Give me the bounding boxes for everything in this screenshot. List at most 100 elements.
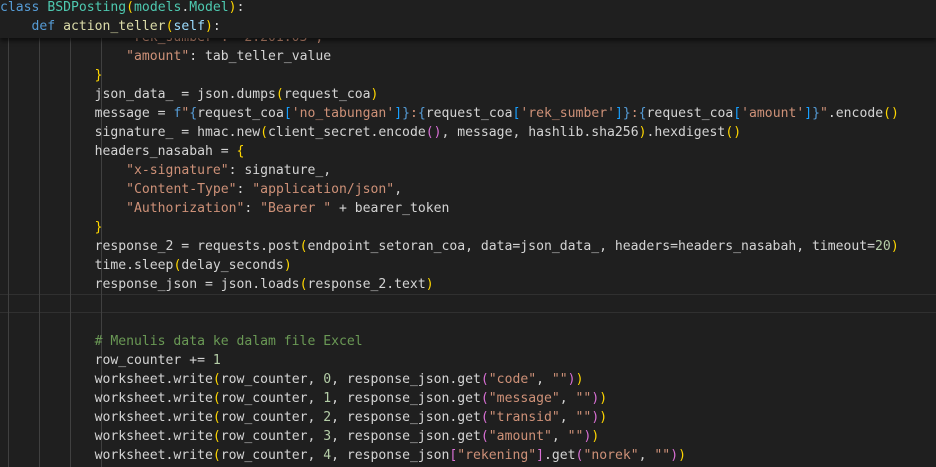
code-token: , response_json.get: [331, 410, 481, 425]
code-token: request_coa: [197, 106, 284, 121]
code-token: worksheet.write: [0, 429, 213, 444]
code-line[interactable]: "Authorization": "Bearer " + bearer_toke…: [0, 199, 936, 218]
code-line[interactable]: headers_nasabah = {: [0, 142, 936, 161]
code-token: + bearer_token: [331, 201, 450, 216]
code-token: (): [725, 125, 742, 140]
code-token: }: [94, 220, 103, 235]
code-token: {: [236, 144, 245, 159]
code-token: {: [638, 106, 647, 121]
code-token: self: [173, 19, 205, 34]
sticky-scroll-header[interactable]: class BSDPosting(models.Model): def acti…: [0, 0, 936, 38]
code-token: ]: [804, 106, 813, 121]
code-token: ): [425, 277, 434, 292]
code-line[interactable]: worksheet.write(row_counter, 2, response…: [0, 408, 936, 427]
code-token: :: [409, 106, 418, 121]
code-token: ,: [559, 410, 576, 425]
code-line[interactable]: [0, 294, 936, 313]
code-token: worksheet.write: [0, 372, 213, 387]
code-token: ): [599, 391, 608, 406]
code-token: "Content-Type": [126, 182, 237, 197]
code-token: , response_json.get: [331, 391, 481, 406]
code-token: , response_json.get: [331, 429, 481, 444]
code-token: ): [283, 258, 292, 273]
code-editor[interactable]: "rek_sumber": "2.201.03", "amount": tab_…: [0, 0, 936, 467]
code-line[interactable]: worksheet.write(row_counter, 0, response…: [0, 370, 936, 389]
code-token: "": [551, 372, 568, 387]
code-token: endpoint_setoran_coa, data=json_data_, h…: [307, 239, 876, 254]
code-token: [: [283, 106, 292, 121]
code-line[interactable]: message = f"{request_coa['no_tabungan']}…: [0, 104, 936, 123]
code-token: ]: [394, 106, 403, 121]
code-token: "rekening": [457, 448, 537, 463]
code-token: "transid": [488, 410, 560, 425]
code-token: time.sleep: [0, 258, 174, 273]
code-token: row_counter +=: [0, 353, 213, 368]
code-token: (: [212, 448, 221, 463]
code-token: , message, hashlib.sha256: [441, 125, 639, 140]
code-token: ,: [536, 372, 552, 387]
code-token: ,: [394, 182, 403, 197]
code-token: Model: [189, 0, 229, 15]
code-line[interactable]: worksheet.write(row_counter, 1, response…: [0, 389, 936, 408]
code-token: :: [244, 201, 261, 216]
code-token: :: [212, 19, 221, 34]
code-line[interactable]: "amount": tab_teller_value: [0, 47, 936, 66]
code-token: row_counter,: [220, 372, 324, 387]
code-token: (: [275, 87, 284, 102]
sticky-class-line[interactable]: class BSDPosting(models.Model):: [0, 0, 936, 17]
code-token: 3: [323, 429, 332, 444]
sticky-def-line[interactable]: def action_teller(self):: [0, 17, 936, 36]
code-token: delay_seconds: [181, 258, 284, 273]
code-token: :: [236, 182, 253, 197]
code-token: ": [820, 106, 828, 121]
code-token: (: [212, 429, 221, 444]
code-token: .hexdigest: [646, 125, 726, 140]
code-token: BSDPosting: [47, 0, 127, 15]
code-token: worksheet.write: [0, 410, 213, 425]
code-token: :: [630, 106, 639, 121]
code-token: "Authorization": [126, 201, 245, 216]
code-line[interactable]: json_data_ = json.dumps(request_coa): [0, 85, 936, 104]
code-line[interactable]: }: [0, 66, 936, 85]
code-token: ,: [551, 429, 568, 444]
code-token: }: [94, 68, 103, 83]
code-token: ,: [559, 391, 576, 406]
code-token: ): [567, 372, 576, 387]
code-token: ): [228, 0, 237, 15]
code-line[interactable]: worksheet.write(row_counter, 4, response…: [0, 446, 936, 465]
code-token: ]: [536, 448, 544, 463]
code-line[interactable]: "Content-Type": "application/json",: [0, 180, 936, 199]
code-token: "code": [488, 372, 537, 387]
code-token: request_coa: [425, 106, 513, 121]
code-token: client_secret.encode: [268, 125, 426, 140]
code-token: 2: [323, 410, 332, 425]
code-token: 20: [875, 239, 891, 254]
code-line[interactable]: # Menulis data ke dalam file Excel: [0, 332, 936, 351]
code-token: "amount": [126, 49, 190, 64]
code-line[interactable]: }: [0, 218, 936, 237]
code-token: (): [883, 106, 899, 121]
code-token: , response_json.get: [331, 372, 481, 387]
code-token: "amount": [488, 429, 552, 444]
code-line[interactable]: response_2 = requests.post(endpoint_seto…: [0, 237, 936, 256]
code-token: # Menulis data ke dalam file Excel: [0, 334, 363, 349]
code-token: worksheet.write: [0, 448, 213, 463]
code-token: "": [567, 429, 584, 444]
code-token: ): [670, 448, 679, 463]
code-line[interactable]: [0, 313, 936, 332]
code-token: class: [0, 0, 48, 15]
code-token: "message": [488, 391, 560, 406]
code-line[interactable]: row_counter += 1: [0, 351, 936, 370]
code-line[interactable]: signature_ = hmac.new(client_secret.enco…: [0, 123, 936, 142]
code-line[interactable]: time.sleep(delay_seconds): [0, 256, 936, 275]
code-line[interactable]: "x-signature": signature_,: [0, 161, 936, 180]
code-token: }: [622, 106, 631, 121]
code-token: (: [480, 410, 489, 425]
code-line[interactable]: worksheet.write(row_counter, 3, response…: [0, 427, 936, 446]
code-line[interactable]: response_json = json.loads(response_2.te…: [0, 275, 936, 294]
